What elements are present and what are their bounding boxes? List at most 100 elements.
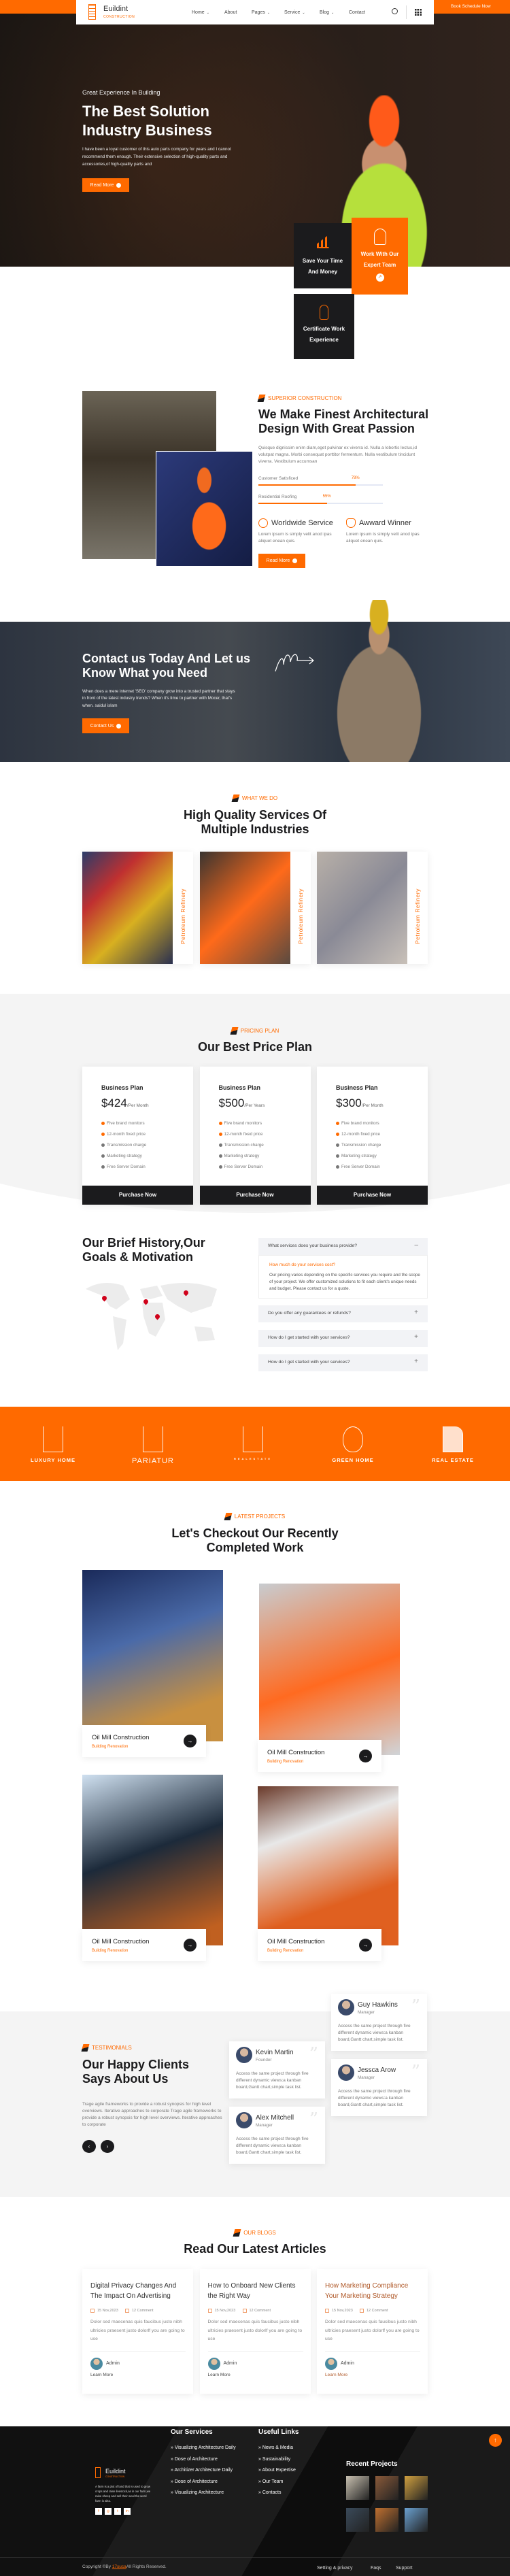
skill-value: 78% [351, 476, 360, 480]
skill-progress-bar [258, 503, 383, 504]
feature-label: Work With Our Expert Team [360, 251, 399, 268]
prev-arrow-button[interactable]: ‹ [82, 2140, 96, 2153]
arrow-right-button[interactable]: → [359, 1750, 372, 1762]
post-excerpt: Dolor sed maecenas quis faucibus justo n… [207, 2320, 303, 2341]
plus-icon: + [414, 1358, 418, 1365]
post-author: Admin [106, 2361, 120, 2366]
copyright-author-link[interactable]: 17suca [112, 2564, 126, 2569]
blog-card[interactable]: How Marketing Compliance Your Marketing … [317, 2269, 428, 2394]
purchase-now-button[interactable]: Purchase Now [317, 1186, 428, 1205]
footer-bottom-link[interactable]: Faqs [371, 2566, 381, 2571]
footer-useful-link[interactable]: » About Expertise [258, 2468, 296, 2473]
project-card[interactable]: Oil Mill Construction Building Renovation… [258, 1929, 381, 1961]
arrow-right-button[interactable]: → [184, 1735, 197, 1747]
feature-text: Marketing strategy [107, 1154, 142, 1158]
feature-text: 12-month fixed price [107, 1132, 146, 1137]
scroll-top-button[interactable]: ↑ [489, 2434, 502, 2447]
service-card[interactable]: Petroleum Refinery [82, 852, 193, 964]
purchase-now-button[interactable]: Purchase Now [199, 1186, 311, 1205]
project-image [258, 1786, 398, 1945]
nav-item-pages[interactable]: Pages ⌄ [252, 10, 270, 15]
faq-question[interactable]: How do I get started with your services?… [258, 1330, 428, 1347]
quote-icon: ” [309, 2109, 318, 2130]
book-schedule-button[interactable]: Book Schedule Now [451, 4, 491, 9]
nav-item-contact[interactable]: Contact [349, 10, 365, 15]
recent-project-thumbnail[interactable] [405, 2508, 428, 2532]
footer-useful-link[interactable]: » News & Media [258, 2445, 293, 2450]
project-card[interactable]: Oil Mill Construction Building Renovation… [258, 1740, 381, 1772]
feature-text: 12-month fixed price [341, 1132, 381, 1137]
plan-feature: 12-month fixed price [336, 1132, 380, 1137]
footer-useful-link[interactable]: » Our Team [258, 2479, 283, 2484]
about-read-more-button[interactable]: Read More [258, 554, 305, 568]
recent-project-thumbnail[interactable] [346, 2476, 369, 2500]
footer-service-link[interactable]: » Dose of Architecture [171, 2457, 218, 2462]
check-circle-icon [218, 1133, 222, 1136]
plan-feature: Free Server Domain [218, 1165, 262, 1169]
projects-title-text: Let's Checkout Our Recently Completed Wo… [171, 1526, 339, 1554]
footer-divider [0, 2557, 510, 2558]
grid-menu-icon[interactable] [415, 9, 422, 16]
footer-bottom-link[interactable]: Support [396, 2566, 413, 2571]
brand-name: Euildint [105, 2468, 126, 2475]
faq-answer: How much do your services cost? Our prici… [258, 1255, 428, 1299]
recent-project-thumbnail[interactable] [346, 2508, 369, 2532]
learn-more-link[interactable]: Learn More [90, 2373, 113, 2377]
footer-bottom-link[interactable]: Setting & privacy [317, 2566, 353, 2571]
arrow-right-button[interactable]: → [359, 1939, 372, 1952]
brand-mark-icon [81, 2044, 90, 2052]
nav-label: Contact [349, 10, 366, 15]
service-card[interactable]: Petroleum Refinery [199, 852, 311, 964]
faq-question[interactable]: Do you offer any guarantees or refunds? + [258, 1305, 428, 1322]
feature-card-certificate[interactable]: Certificate Work Experience [294, 294, 354, 359]
post-author: Admin [223, 2361, 237, 2366]
search-icon[interactable] [392, 8, 398, 14]
faq-question-text: What services does your business provide… [268, 1243, 358, 1248]
faq-question[interactable]: How do I get started with your services?… [258, 1354, 428, 1371]
learn-more-link[interactable]: Learn More [208, 2373, 231, 2377]
nav-item-home[interactable]: Home ⌄ [192, 10, 209, 15]
footer-service-link[interactable]: » Architizer Architecture Daily [171, 2468, 233, 2473]
feature-label: Certificate Work Experience [303, 326, 345, 343]
blog-card[interactable]: Digital Privacy Changes And The Impact O… [82, 2269, 193, 2394]
project-card[interactable]: Oil Mill Construction Building Renovation… [82, 1725, 206, 1757]
blog-post-title[interactable]: How Marketing Compliance Your Marketing … [325, 2281, 420, 2301]
footer-service-link[interactable]: » Dose of Architecture [171, 2479, 218, 2484]
contact-us-button[interactable]: Contact Us [82, 718, 129, 733]
feature-card-save-time[interactable]: Save Your Time And Money [294, 223, 352, 288]
services-title: High Quality Services Of Multiple Indust… [0, 808, 510, 837]
testimonial-card: Jessca Arow Manager ” Access the same proje… [331, 2059, 427, 2116]
recent-project-thumbnail[interactable] [405, 2476, 428, 2500]
feature-card-expert-team[interactable]: Work With Our Expert Team ↗ [352, 218, 408, 295]
logo[interactable]: Euildint CONSTRUCTION [88, 4, 150, 20]
linkedin-icon[interactable]: in [124, 2508, 131, 2515]
hero-read-more-button[interactable]: Read More [82, 178, 129, 192]
facebook-icon[interactable]: f [95, 2508, 102, 2515]
footer-service-link[interactable]: » Visualizing Architecture Daily [171, 2445, 236, 2450]
feature-text: 12-month fixed price [224, 1132, 263, 1137]
instagram-icon[interactable]: ◎ [105, 2508, 112, 2515]
feature-text: Free Server Domain [107, 1165, 146, 1169]
plan-name: Business Plan [101, 1084, 143, 1091]
faq-question[interactable]: What services does your business provide… [258, 1238, 428, 1255]
next-arrow-button[interactable]: › [101, 2140, 114, 2153]
service-card[interactable]: Petroleum Refinery [317, 852, 428, 964]
footer-useful-link[interactable]: » Contacts [258, 2490, 281, 2495]
nav-item-about[interactable]: About [224, 10, 237, 15]
project-card[interactable]: Oil Mill Construction Building Renovation… [82, 1929, 206, 1961]
nav-item-service[interactable]: Service ⌄ [284, 10, 305, 15]
twitter-icon[interactable]: t [114, 2508, 121, 2515]
arrow-circle-icon[interactable]: ↗ [375, 273, 384, 282]
footer-useful-link[interactable]: » Sustainability [258, 2457, 290, 2462]
footer-service-link[interactable]: » Visualizing Architecture [171, 2490, 224, 2495]
purchase-now-button[interactable]: Purchase Now [82, 1186, 193, 1205]
recent-project-thumbnail[interactable] [375, 2476, 398, 2500]
blog-card[interactable]: How to Onboard New Clients the Right Way… [199, 2269, 311, 2394]
feature-text: Five brand monitors [224, 1121, 262, 1126]
arrow-right-button[interactable]: → [184, 1939, 197, 1952]
recent-project-thumbnail[interactable] [375, 2508, 398, 2532]
blog-post-title[interactable]: Digital Privacy Changes And The Impact O… [90, 2281, 186, 2301]
nav-item-blog[interactable]: Blog ⌄ [320, 10, 334, 15]
learn-more-link[interactable]: Learn More [325, 2373, 347, 2377]
blog-post-title[interactable]: How to Onboard New Clients the Right Way [208, 2281, 303, 2301]
